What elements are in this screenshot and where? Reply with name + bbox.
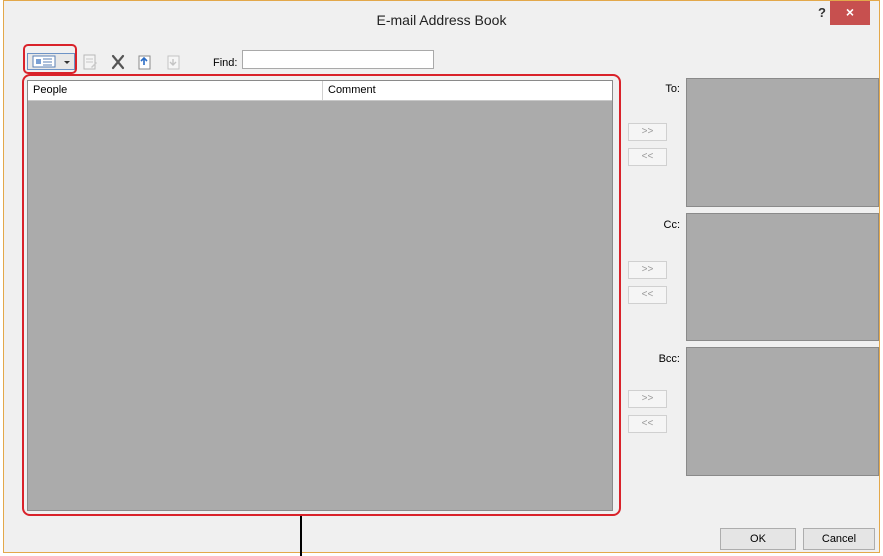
cc-list[interactable] (686, 213, 879, 341)
edit-button[interactable] (81, 52, 99, 72)
cc-label: Cc: (663, 219, 681, 231)
callout-line (300, 516, 302, 556)
close-button[interactable]: × (830, 1, 870, 25)
help-button[interactable]: ? (813, 5, 831, 23)
find-label: Find: (213, 57, 238, 69)
list-highlight (22, 74, 621, 516)
window-title: E-mail Address Book (376, 12, 507, 28)
to-label: To: (665, 83, 680, 95)
bcc-add-button[interactable]: >> (628, 390, 667, 408)
ok-button[interactable]: OK (720, 528, 796, 550)
cc-remove-button[interactable]: << (628, 286, 667, 304)
bcc-list[interactable] (686, 347, 879, 476)
to-remove-button[interactable]: << (628, 148, 667, 166)
to-add-button[interactable]: >> (628, 123, 667, 141)
export-icon (167, 55, 180, 70)
import-button[interactable] (135, 52, 153, 72)
delete-icon (111, 54, 125, 70)
import-icon (138, 55, 151, 70)
find-input[interactable] (242, 50, 434, 69)
edit-icon (83, 54, 97, 70)
bcc-label: Bcc: (658, 353, 680, 365)
delete-button[interactable] (109, 52, 127, 72)
export-button[interactable] (164, 52, 182, 72)
title-bar: E-mail Address Book ? × (4, 1, 879, 39)
to-list[interactable] (686, 78, 879, 207)
view-button-highlight (23, 44, 77, 74)
bcc-remove-button[interactable]: << (628, 415, 667, 433)
cc-add-button[interactable]: >> (628, 261, 667, 279)
cancel-button[interactable]: Cancel (803, 528, 875, 550)
